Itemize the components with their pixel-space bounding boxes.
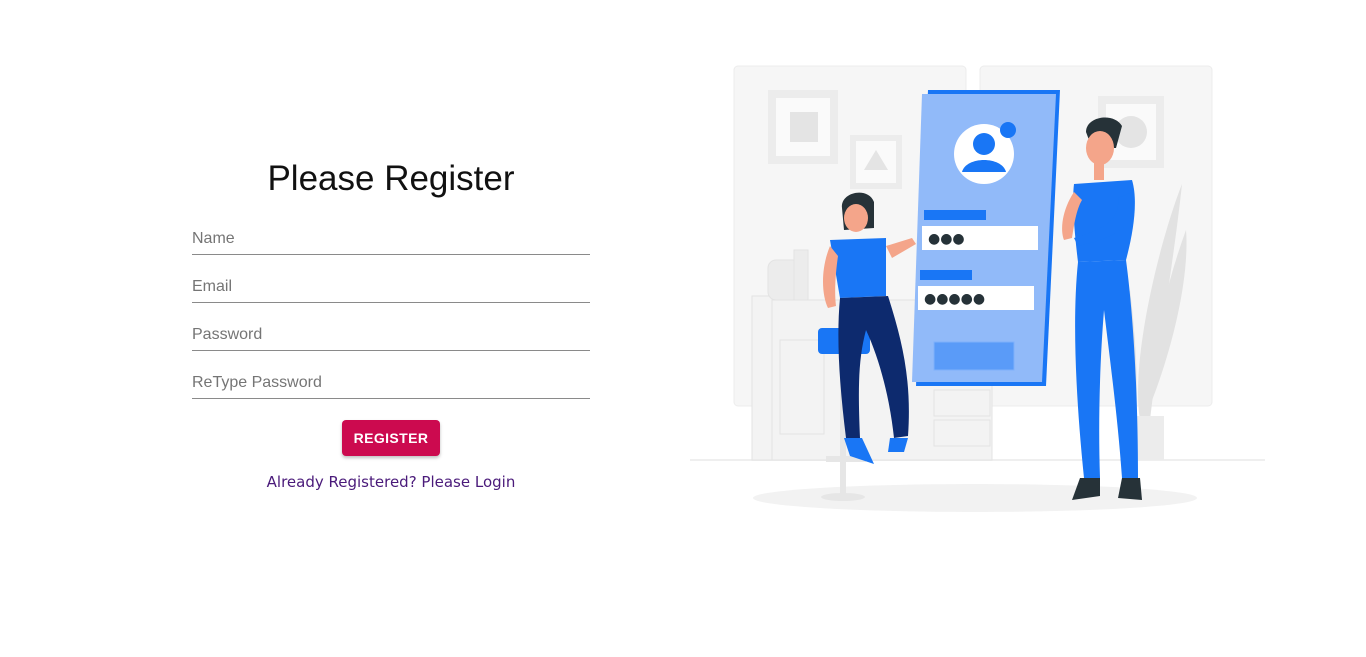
registration-illustration: ●●● ●●●●● [690, 65, 1265, 512]
email-field-wrapper [192, 255, 590, 303]
masked-password-short: ●●● [928, 231, 965, 247]
email-input[interactable] [192, 273, 590, 303]
phone-screen: ●●● ●●●●● [912, 90, 1060, 386]
password-input[interactable] [192, 321, 590, 351]
retype-password-field-wrapper [192, 351, 590, 399]
masked-password-long: ●●●●● [924, 291, 985, 307]
name-input[interactable] [192, 225, 590, 255]
page-title: Please Register [267, 159, 515, 198]
login-link[interactable]: Already Registered? Please Login [192, 473, 590, 491]
register-form: Please Register REGISTER Already Registe… [192, 155, 590, 491]
register-page: Please Register REGISTER Already Registe… [0, 0, 1366, 657]
name-field-wrapper [192, 207, 590, 255]
retype-password-input[interactable] [192, 369, 590, 399]
register-button[interactable]: REGISTER [342, 420, 440, 456]
password-field-wrapper [192, 303, 590, 351]
button-row: REGISTER [192, 420, 590, 456]
